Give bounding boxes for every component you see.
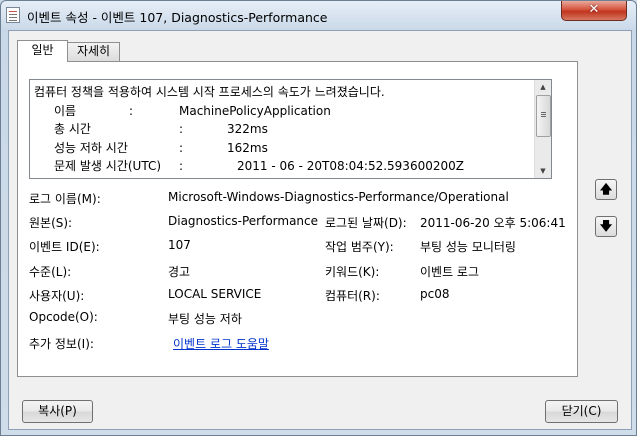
close-window-button[interactable]: ✕	[561, 1, 627, 21]
event-id-value[interactable]: 107	[168, 238, 191, 252]
computer-value[interactable]: pc08	[420, 287, 449, 301]
event-description-text: 컴퓨터 정책을 적용하여 시스템 시작 프로세스의 속도가 느려졌습니다. 이름…	[34, 83, 532, 177]
log-name-label: 로그 이름(M):	[29, 192, 101, 206]
source-value[interactable]: Diagnostics-Performance	[168, 214, 318, 228]
title-bar[interactable]: 이벤트 속성 - 이벤트 107, Diagnostics-Performanc…	[1, 1, 636, 29]
description-value: 2011 - 06 - 20T08:04:52.593600200Z	[237, 159, 464, 173]
description-label: 문제 발생 시간(UTC)	[54, 159, 162, 173]
description-separator: :	[179, 122, 184, 136]
description-separator: :	[129, 103, 134, 118]
description-line: 이름 : MachinePolicyApplication	[34, 102, 532, 121]
description-intro-line: 컴퓨터 정책을 적용하여 시스템 시작 프로세스의 속도가 느려졌습니다.	[34, 83, 532, 102]
arrow-up-icon: 🡅	[599, 182, 613, 196]
description-label: 이름	[54, 103, 77, 118]
more-info-label: 추가 정보(I):	[29, 337, 94, 351]
description-line: 문제 발생 시간(UTC) : 2011 - 06 - 20T08:04:52.…	[34, 157, 532, 176]
tab-general[interactable]: 일반	[17, 40, 68, 62]
scrollbar-thumb[interactable]	[536, 95, 551, 137]
close-icon: ✕	[588, 2, 600, 17]
description-line: 총 시간 : 322ms	[34, 120, 532, 139]
next-event-button[interactable]: 🡇	[595, 216, 617, 237]
general-tab-panel: 컴퓨터 정책을 적용하여 시스템 시작 프로세스의 속도가 느려졌습니다. 이름…	[17, 61, 578, 377]
event-description-box[interactable]: 컴퓨터 정책을 적용하여 시스템 시작 프로세스의 속도가 느려졌습니다. 이름…	[29, 79, 552, 179]
user-value[interactable]: LOCAL SERVICE	[168, 287, 261, 301]
description-label: 성능 저하 시간	[54, 140, 128, 155]
log-name-value[interactable]: Microsoft-Windows-Diagnostics-Performanc…	[168, 190, 509, 204]
description-separator: :	[179, 140, 184, 155]
task-category-label: 작업 범주(Y):	[325, 240, 394, 254]
user-label: 사용자(U):	[29, 289, 85, 303]
description-scrollbar[interactable]: ▲ ▼	[534, 80, 551, 178]
level-value[interactable]: 경고	[168, 263, 190, 280]
opcode-value[interactable]: 부팅 성능 저하	[168, 310, 242, 327]
scroll-down-arrow-icon[interactable]: ▼	[535, 164, 551, 178]
computer-label: 컴퓨터(R):	[325, 289, 380, 303]
arrow-down-icon: 🡇	[599, 219, 613, 233]
keywords-label: 키워드(K):	[325, 265, 380, 279]
copy-button[interactable]: 복사(P)	[22, 400, 93, 423]
logged-date-label: 로그된 날짜(D):	[325, 216, 407, 230]
logged-date-value[interactable]: 2011-06-20 오후 5:06:41	[420, 214, 566, 231]
event-properties-window: 이벤트 속성 - 이벤트 107, Diagnostics-Performanc…	[0, 0, 637, 436]
event-log-help-link[interactable]: 이벤트 로그 도움말	[173, 335, 269, 352]
previous-event-button[interactable]: 🡅	[595, 179, 617, 200]
scroll-up-arrow-icon[interactable]: ▲	[535, 80, 551, 94]
description-intro: 컴퓨터 정책을 적용하여 시스템 시작 프로세스의 속도가 느려졌습니다.	[34, 85, 385, 99]
keywords-value[interactable]: 이벤트 로그	[420, 263, 479, 280]
close-button[interactable]: 닫기(C)	[545, 400, 618, 423]
level-label: 수준(L):	[29, 265, 72, 279]
source-label: 원본(S):	[29, 216, 73, 230]
description-value: 162ms	[227, 140, 268, 155]
tab-details[interactable]: 자세히	[67, 42, 120, 61]
event-id-label: 이벤트 ID(E):	[29, 240, 100, 254]
window-title: 이벤트 속성 - 이벤트 107, Diagnostics-Performanc…	[27, 10, 328, 25]
description-line: 성능 저하 시간 : 162ms	[34, 139, 532, 158]
description-value: 322ms	[227, 122, 268, 136]
task-category-value[interactable]: 부팅 성능 모니터링	[420, 238, 516, 255]
description-value: MachinePolicyApplication	[179, 103, 331, 118]
description-label: 총 시간	[54, 122, 91, 136]
event-viewer-icon	[6, 7, 20, 23]
description-separator: :	[179, 159, 184, 173]
dialog-client-area: 일반 자세히 컴퓨터 정책을 적용하여 시스템 시작 프로세스의 속도가 느려졌…	[8, 30, 632, 430]
opcode-label: Opcode(O):	[29, 310, 98, 324]
